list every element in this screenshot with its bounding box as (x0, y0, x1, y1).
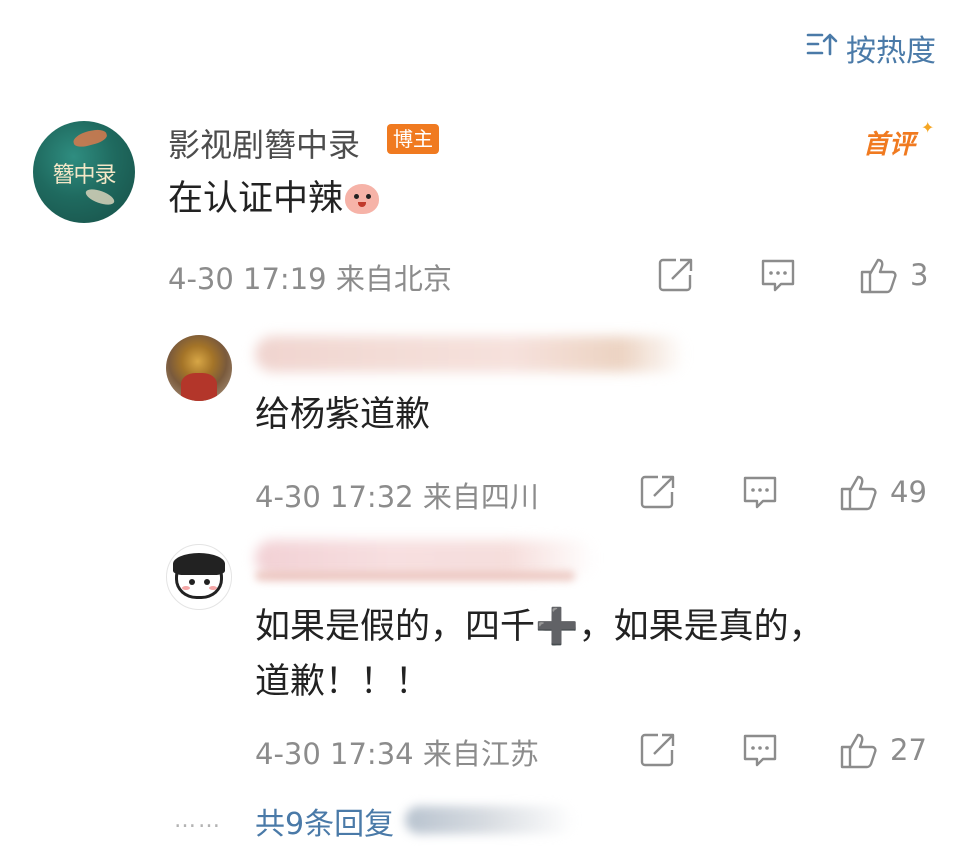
comment-time: 4-30 17:19 (168, 262, 327, 296)
sort-label: 按热度 (846, 34, 936, 69)
comment-location: 来自北京 (335, 262, 452, 296)
reply-location: 来自江苏 (422, 737, 539, 771)
reply-text: 给杨紫道歉 (255, 395, 431, 435)
like-count: 27 (890, 733, 927, 767)
comment-icon[interactable] (740, 730, 780, 770)
comment-text: 在认证中辣 (168, 170, 380, 228)
reply-avatar[interactable] (166, 544, 232, 610)
author-name[interactable]: 影视剧簪中录 (168, 120, 360, 166)
view-more-replies-link[interactable]: 共9条回复 (255, 799, 394, 843)
thumbs-up-icon (860, 258, 897, 294)
avatar-title: 簪中录 (52, 163, 116, 188)
comment-icon[interactable] (758, 255, 798, 295)
shy-face-emoji (345, 184, 380, 214)
author-avatar[interactable]: 簪中录 (33, 121, 135, 223)
reply-meta: 4-30 17:32 来自四川 (255, 474, 539, 516)
sparkle-icon: ✦ (921, 118, 935, 137)
sort-by-hot-button[interactable]: 按热度 (806, 26, 936, 70)
reply-author-tag-blurred (255, 571, 575, 581)
like-button[interactable]: 49 (838, 471, 927, 513)
more-dots: …… (174, 808, 222, 833)
like-button[interactable]: 3 (858, 254, 928, 296)
like-count: 49 (890, 475, 927, 509)
reply-avatar[interactable] (166, 335, 232, 401)
blogger-badge: 博主 (387, 124, 439, 154)
first-comment-label: 首评 (863, 130, 916, 160)
reply-author-name-blurred[interactable] (255, 336, 685, 372)
reply-location: 来自四川 (422, 480, 539, 514)
comment-icon[interactable] (740, 472, 780, 512)
comment-text-body: 在认证中辣 (168, 179, 344, 219)
thumbs-up-icon (840, 733, 877, 769)
like-button[interactable]: 27 (838, 729, 927, 771)
reply-meta: 4-30 17:34 来自江苏 (255, 731, 539, 773)
reply-text-line-1: 如果是假的，四千➕，如果是真的， (255, 607, 824, 647)
blurred-overlay (405, 806, 575, 834)
like-count: 3 (910, 258, 929, 292)
sort-icon (806, 30, 838, 66)
share-icon[interactable] (638, 730, 678, 770)
share-icon[interactable] (656, 255, 696, 295)
share-icon[interactable] (638, 472, 678, 512)
first-comment-tag: 首评 ✦ (863, 118, 934, 161)
reply-time: 4-30 17:32 (255, 480, 414, 514)
reply-time: 4-30 17:34 (255, 737, 414, 771)
comment-meta: 4-30 17:19 来自北京 (168, 256, 452, 298)
reply-text-line-2: 道歉！！！ (255, 662, 431, 702)
thumbs-up-icon (840, 475, 877, 511)
